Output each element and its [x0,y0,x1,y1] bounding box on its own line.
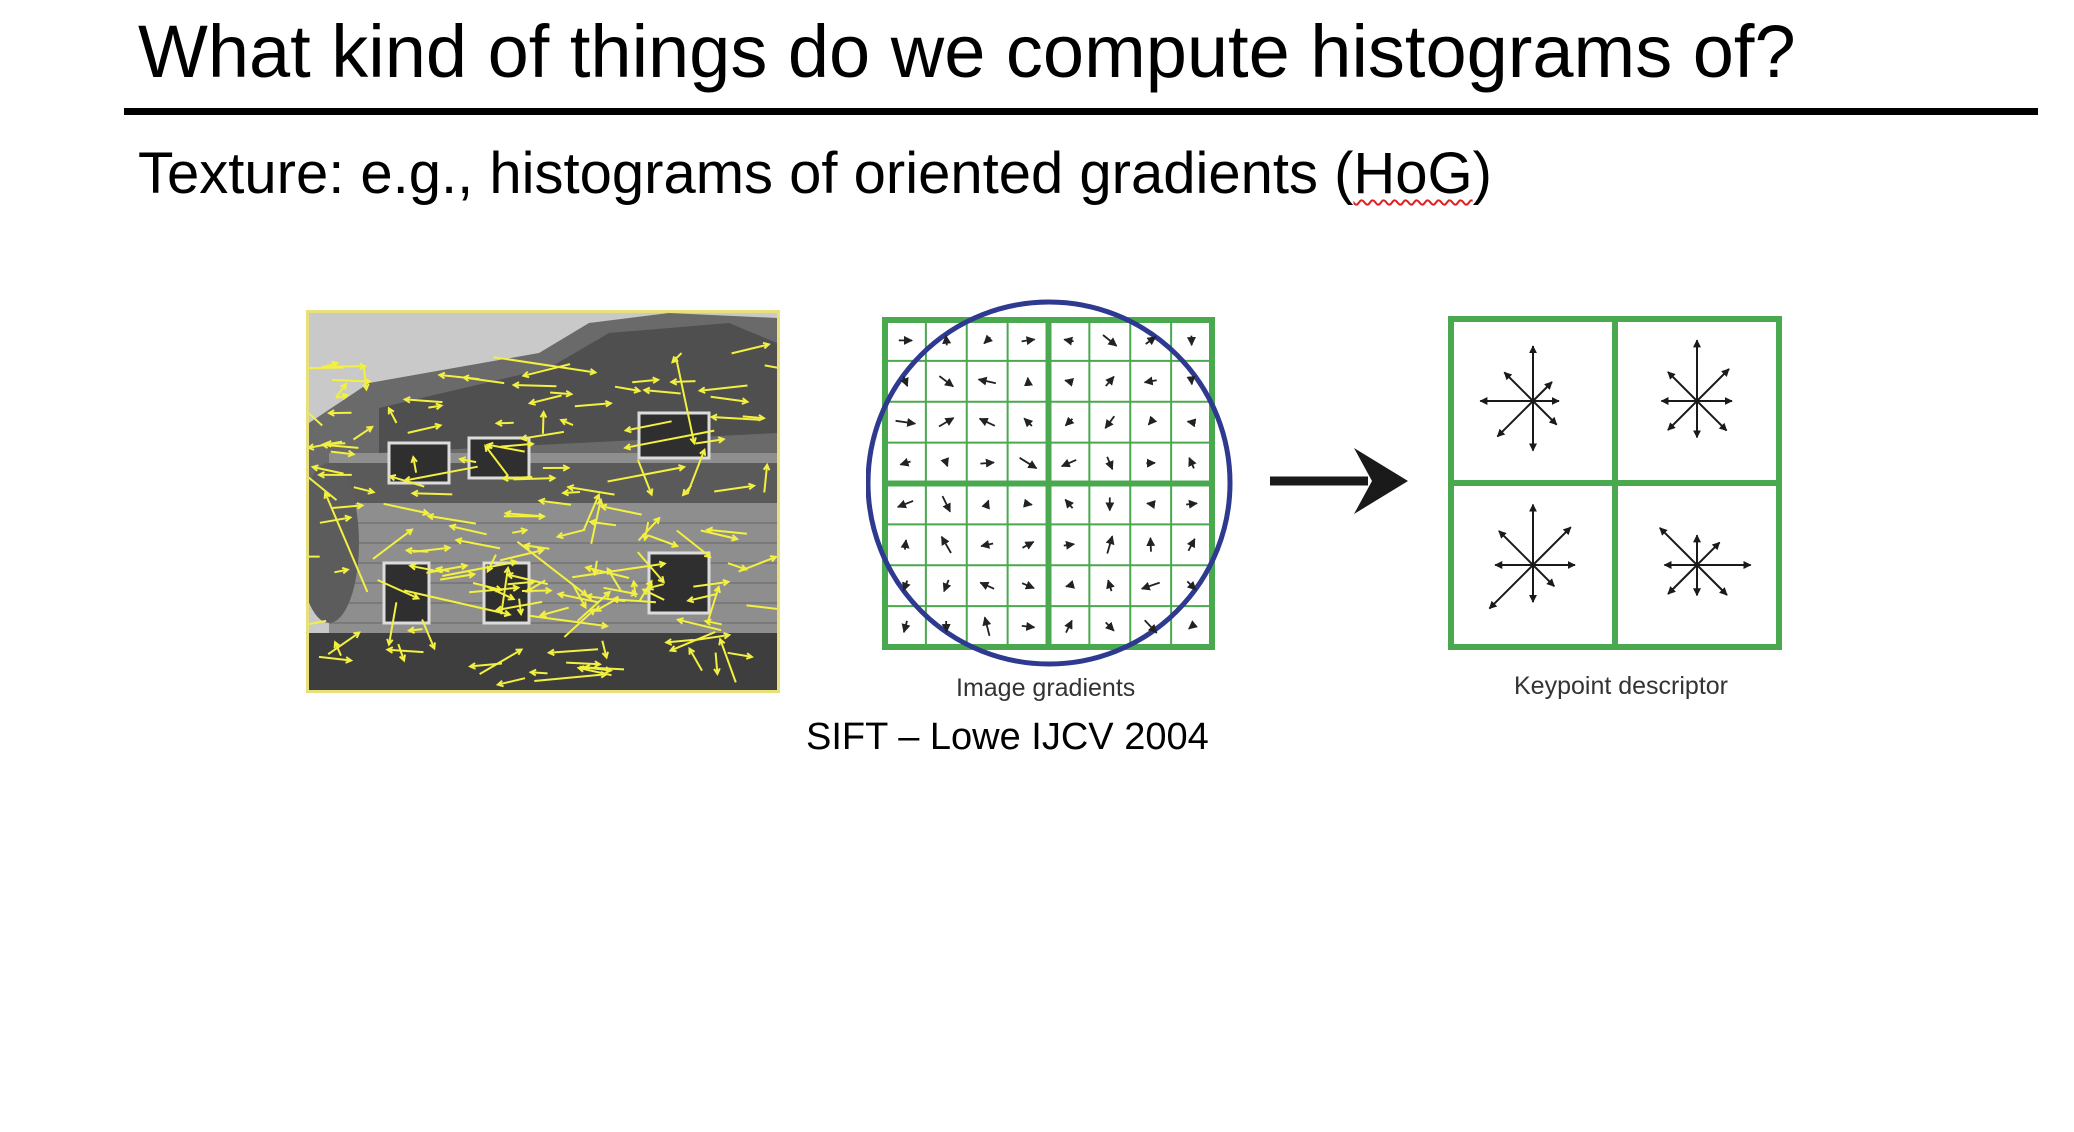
figure-caption: SIFT – Lowe IJCV 2004 [806,716,1209,758]
keypoint-descriptor-figure [1448,316,1782,650]
right-arrow-icon [1270,448,1408,514]
house-photo [306,310,780,693]
subtitle-suffix: ) [1472,141,1492,206]
image-gradients-figure [866,299,1233,667]
keypoint-descriptor-label: Keypoint descriptor [1514,672,1729,700]
subtitle-term: HoG [1353,141,1473,206]
image-gradients-label: Image gradients [956,674,1136,702]
subtitle-prefix: Texture: e.g., histograms of oriented gr… [138,141,1354,206]
house-photo-image [309,313,777,690]
title-divider [124,108,2038,115]
slide-title: What kind of things do we compute histog… [138,10,1796,93]
slide-subtitle: Texture: e.g., histograms of oriented gr… [138,136,1492,212]
